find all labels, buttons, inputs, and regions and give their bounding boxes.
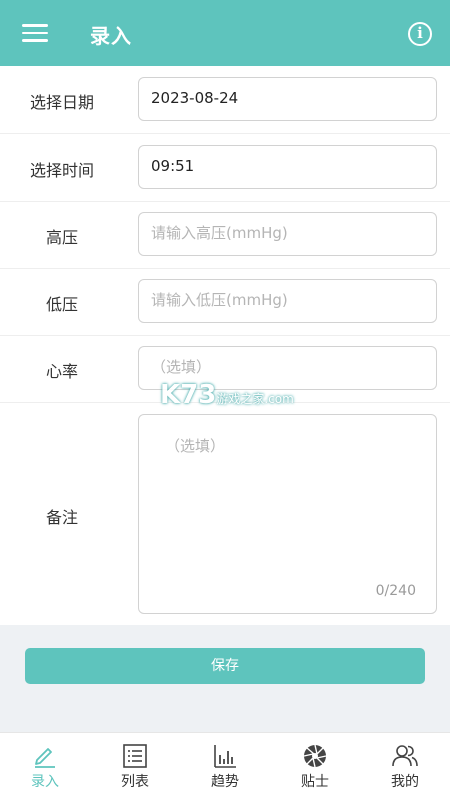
- heart-rate-label: 心率: [45, 362, 78, 381]
- note-label: 备注: [45, 508, 78, 527]
- bottom-tab-bar: 录入 列表 趋势 贴士 我的: [0, 732, 450, 800]
- tab-profile[interactable]: 我的: [360, 733, 450, 800]
- watermark-domain: .com: [264, 392, 294, 406]
- diastolic-row: 低压 请输入低压(mmHg): [0, 268, 450, 336]
- diastolic-label: 低压: [45, 295, 78, 314]
- info-icon[interactable]: i: [408, 22, 432, 46]
- tab-trend[interactable]: 趋势: [180, 733, 270, 800]
- tab-list-label: 列表: [121, 774, 149, 790]
- app-header: 录入 i: [0, 0, 450, 66]
- action-area: 保存: [0, 625, 450, 732]
- tab-entry[interactable]: 录入: [0, 733, 90, 800]
- watermark-logo: K73游戏之家.com: [160, 380, 294, 410]
- diastolic-input[interactable]: 请输入低压(mmHg): [138, 279, 437, 323]
- systolic-input[interactable]: 请输入高压(mmHg): [138, 212, 437, 256]
- date-row: 选择日期 2023-08-24: [0, 66, 450, 134]
- tab-tips-label: 贴士: [301, 774, 329, 790]
- tab-tips[interactable]: 贴士: [270, 733, 360, 800]
- date-label: 选择日期: [29, 93, 94, 112]
- list-icon: [123, 744, 147, 768]
- systolic-row: 高压 请输入高压(mmHg): [0, 201, 450, 269]
- pen-icon: [35, 748, 55, 768]
- time-row: 选择时间 09:51: [0, 134, 450, 202]
- bar-chart-icon: [214, 745, 236, 768]
- tab-entry-label: 录入: [31, 774, 59, 790]
- users-icon: [392, 745, 418, 767]
- time-label: 选择时间: [29, 161, 94, 180]
- tab-list[interactable]: 列表: [90, 733, 180, 800]
- systolic-label: 高压: [45, 228, 78, 247]
- watermark-sub: 游戏之家: [216, 392, 265, 406]
- note-row: 备注 （选填） 0/240: [0, 403, 450, 625]
- aperture-icon: [303, 744, 327, 768]
- menu-icon[interactable]: [22, 24, 48, 42]
- save-button[interactable]: 保存: [25, 648, 425, 684]
- note-textarea[interactable]: （选填） 0/240: [138, 414, 437, 614]
- note-char-counter: 0/240: [375, 583, 416, 599]
- tab-trend-label: 趋势: [211, 774, 239, 790]
- date-field[interactable]: 2023-08-24: [138, 77, 437, 121]
- page-title: 录入: [90, 24, 132, 48]
- watermark-main: K73: [160, 380, 217, 410]
- note-placeholder: （选填）: [165, 437, 226, 455]
- time-field[interactable]: 09:51: [138, 145, 437, 189]
- tab-profile-label: 我的: [391, 774, 419, 790]
